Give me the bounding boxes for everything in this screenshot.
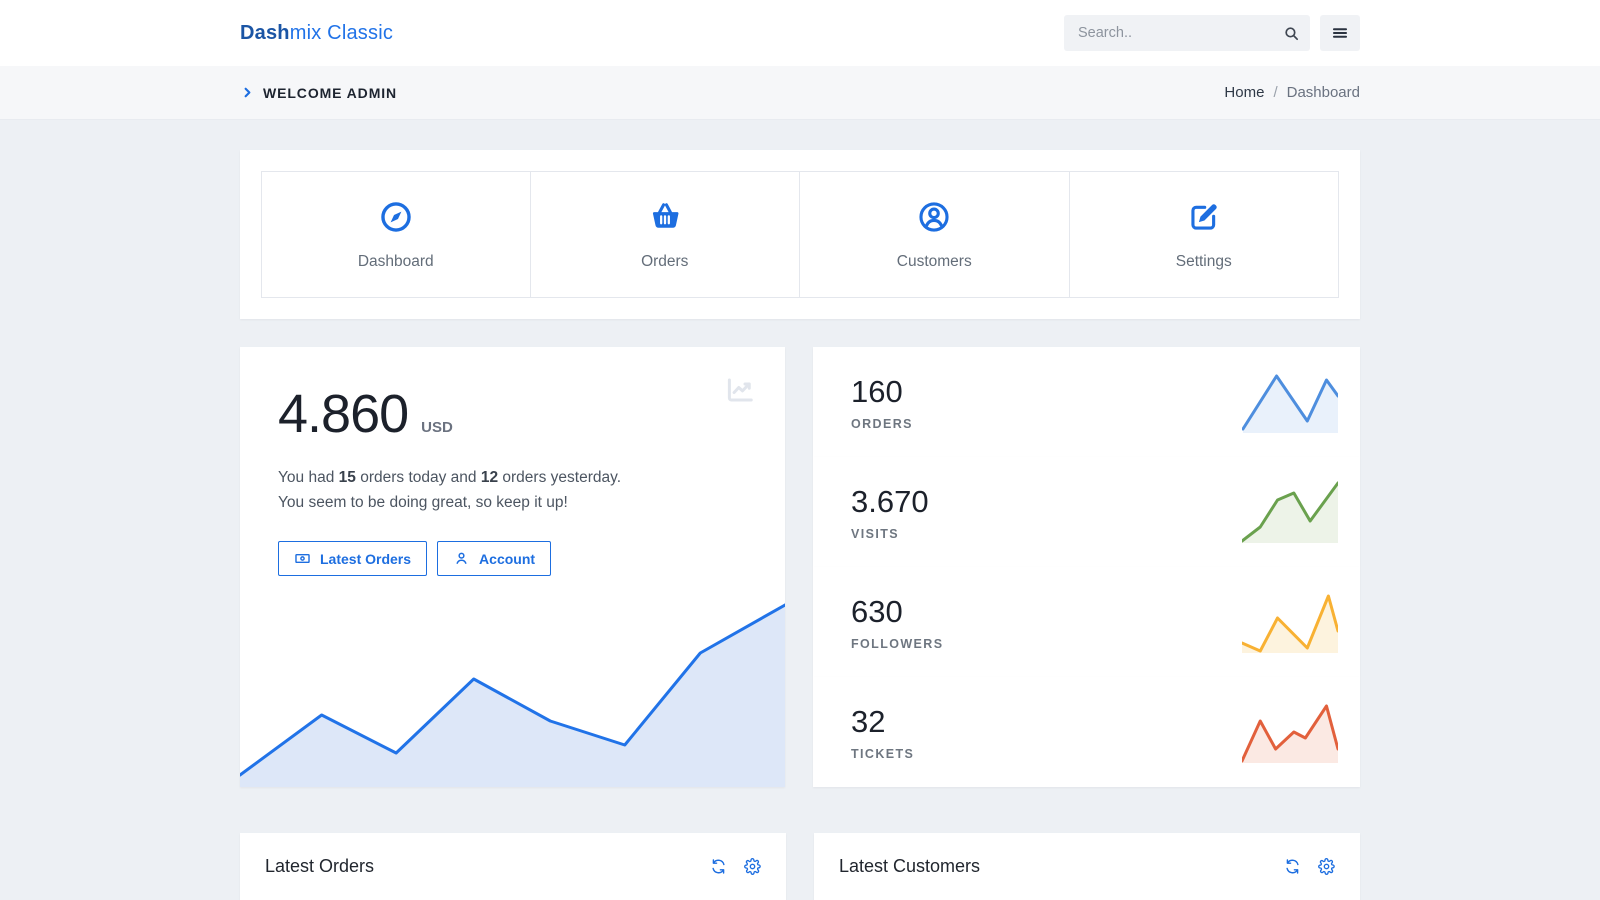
stat-value: 630 xyxy=(851,594,943,630)
earnings-amount: 4.860 xyxy=(278,383,408,445)
header-search xyxy=(1064,15,1310,51)
tile-customers[interactable]: Customers xyxy=(800,171,1070,298)
tile-dashboard[interactable]: Dashboard xyxy=(261,171,531,298)
gear-icon xyxy=(744,858,761,875)
brand-logo-rest: mix Classic xyxy=(290,22,393,44)
tile-label: Settings xyxy=(1070,253,1339,271)
refresh-icon xyxy=(1284,858,1301,875)
tile-label: Dashboard xyxy=(262,253,530,271)
brand-logo[interactable]: Dashmix Classic xyxy=(240,22,393,45)
stat-value: 3.670 xyxy=(851,484,929,520)
breadcrumb: Home / Dashboard xyxy=(1224,84,1360,101)
earnings-currency: USD xyxy=(421,419,453,436)
stat-label: TICKETS xyxy=(851,747,914,761)
earnings-area-chart xyxy=(240,597,785,787)
edit-icon xyxy=(1187,221,1221,238)
stat-value: 32 xyxy=(851,704,914,740)
breadcrumb-separator: / xyxy=(1273,84,1277,101)
hero-bar: WELCOME ADMIN Home / Dashboard xyxy=(0,66,1600,120)
stat-label: FOLLOWERS xyxy=(851,637,943,651)
user-icon xyxy=(453,550,470,567)
compass-icon xyxy=(379,221,413,238)
latest-orders-panel: Latest Orders xyxy=(240,833,786,900)
latest-orders-button[interactable]: Latest Orders xyxy=(278,541,427,576)
followers-sparkline-chart xyxy=(1242,591,1338,653)
menu-toggle-button[interactable] xyxy=(1320,15,1360,51)
top-header: Dashmix Classic xyxy=(0,0,1600,66)
tile-settings[interactable]: Settings xyxy=(1070,171,1340,298)
stat-value: 160 xyxy=(851,374,913,410)
panel-title: Latest Customers xyxy=(839,856,980,877)
panel-title: Latest Orders xyxy=(265,856,374,877)
stat-label: VISITS xyxy=(851,527,929,541)
latest-customers-panel: Latest Customers xyxy=(814,833,1360,900)
search-icon xyxy=(1283,25,1300,42)
tickets-sparkline-chart xyxy=(1242,701,1338,763)
settings-button[interactable] xyxy=(744,858,761,875)
earnings-message: You had 15 orders today and 12 orders ye… xyxy=(278,465,646,515)
hamburger-icon xyxy=(1331,24,1349,42)
settings-button[interactable] xyxy=(1318,858,1335,875)
search-button[interactable] xyxy=(1272,15,1310,51)
tile-label: Customers xyxy=(800,253,1069,271)
stat-card-orders[interactable]: 160 ORDERS xyxy=(813,347,1360,457)
breadcrumb-current: Dashboard xyxy=(1287,84,1360,101)
account-button[interactable]: Account xyxy=(437,541,551,576)
gear-icon xyxy=(1318,858,1335,875)
user-circle-icon xyxy=(917,221,951,238)
refresh-icon xyxy=(710,858,727,875)
chart-line-icon xyxy=(725,375,755,410)
earnings-card: 4.860 USD You had 15 orders today and 12… xyxy=(240,347,785,787)
quick-nav-card: Dashboard Orders xyxy=(240,150,1360,319)
stat-card-followers[interactable]: 630 FOLLOWERS xyxy=(813,567,1360,677)
brand-logo-bold: Dash xyxy=(240,22,290,44)
tile-orders[interactable]: Orders xyxy=(531,171,801,298)
visits-sparkline-chart xyxy=(1242,481,1338,543)
breadcrumb-home-link[interactable]: Home xyxy=(1224,84,1264,101)
orders-sparkline-chart xyxy=(1242,371,1338,433)
shopping-basket-icon xyxy=(648,221,682,238)
refresh-button[interactable] xyxy=(1284,858,1301,875)
refresh-button[interactable] xyxy=(710,858,727,875)
money-bill-icon xyxy=(294,550,311,567)
page-title: WELCOME ADMIN xyxy=(263,85,397,101)
tile-label: Orders xyxy=(531,253,800,271)
stat-card-visits[interactable]: 3.670 VISITS xyxy=(813,457,1360,567)
chevron-right-icon xyxy=(240,85,255,100)
stat-card-tickets[interactable]: 32 TICKETS xyxy=(813,677,1360,787)
stat-label: ORDERS xyxy=(851,417,913,431)
